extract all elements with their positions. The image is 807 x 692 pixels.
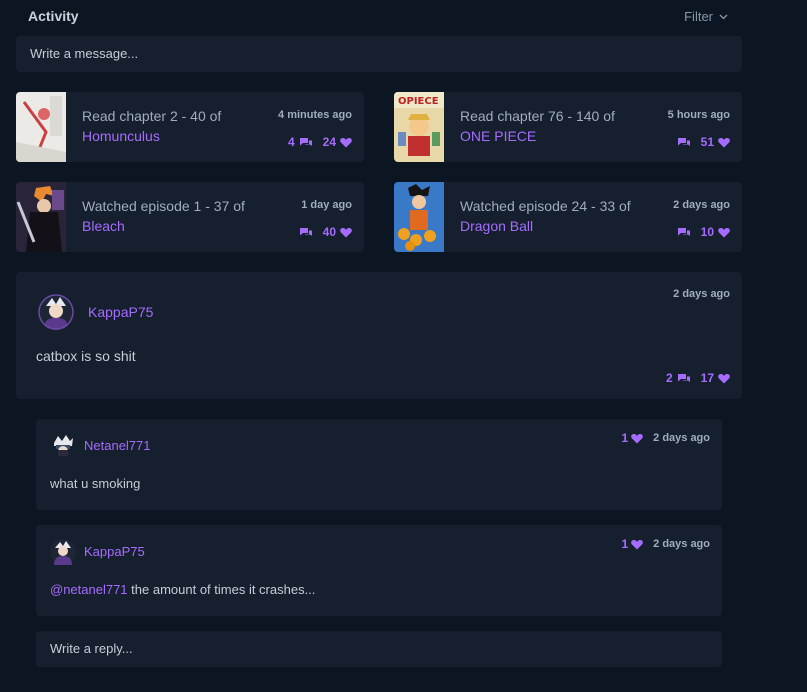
like-count: 24 — [322, 135, 336, 149]
comments-icon — [677, 137, 690, 146]
activity-card: Watched episode 1 - 37 of Bleach 1 day a… — [16, 182, 364, 252]
media-title-link[interactable]: Dragon Ball — [460, 218, 533, 234]
activity-action: Read chapter 76 - 140 of — [460, 108, 615, 124]
reply-time: 2 days ago — [653, 432, 710, 444]
reply-body: what u smoking — [50, 476, 140, 491]
like-button[interactable]: 1 — [621, 537, 643, 551]
reply-input-placeholder: Write a reply... — [50, 641, 133, 656]
comments-icon — [299, 227, 312, 236]
like-button[interactable]: 51 — [701, 135, 730, 149]
post-username[interactable]: KappaP75 — [88, 304, 153, 320]
heart-icon — [718, 137, 730, 147]
post-time: 2 days ago — [673, 288, 730, 300]
activity-card: OPIECE Read chapter 76 - 140 of ONE PIEC… — [394, 92, 742, 162]
replies-button[interactable]: 4 — [288, 135, 313, 149]
media-title-link[interactable]: Bleach — [82, 218, 125, 234]
like-count: 1 — [621, 431, 629, 445]
media-title-link[interactable]: ONE PIECE — [460, 128, 536, 144]
like-button[interactable]: 10 — [701, 225, 730, 239]
reply-text: what u smoking — [50, 476, 141, 491]
reply-count: 2 — [665, 371, 673, 385]
post-body: catbox is so shit — [36, 348, 136, 364]
heart-icon — [340, 227, 352, 237]
activity-action: Read chapter 2 - 40 of — [82, 108, 222, 124]
like-count: 17 — [700, 371, 714, 385]
dragon-ball-cover[interactable] — [394, 182, 444, 252]
reply-input[interactable]: Write a reply... — [36, 631, 722, 667]
heart-icon — [718, 373, 730, 383]
replies-button[interactable] — [677, 137, 691, 148]
comments-icon — [299, 137, 312, 146]
homunculus-cover[interactable] — [16, 92, 66, 162]
activity-time: 2 days ago — [673, 199, 730, 211]
avatar[interactable] — [38, 294, 74, 330]
replies-button[interactable] — [299, 227, 313, 238]
like-button[interactable]: 40 — [323, 225, 352, 239]
activity-header: Activity Filter — [28, 8, 728, 26]
replies-button[interactable] — [677, 227, 691, 238]
activity-card: Watched episode 24 - 33 of Dragon Ball 2… — [394, 182, 742, 252]
message-input-placeholder: Write a message... — [30, 46, 139, 61]
activity-time: 5 hours ago — [667, 109, 730, 121]
comments-icon — [677, 373, 690, 382]
message-input[interactable]: Write a message... — [16, 36, 742, 72]
text-post: KappaP75 2 days ago catbox is so shit 2 … — [16, 272, 742, 399]
reply-text: the amount of times it crashes... — [127, 582, 316, 597]
reply-time: 2 days ago — [653, 538, 710, 550]
reply-body: @netanel771 the amount of times it crash… — [50, 582, 315, 597]
reply-username[interactable]: KappaP75 — [84, 544, 145, 559]
svg-text:OPIECE: OPIECE — [398, 96, 439, 107]
reply-card: KappaP75 1 2 days ago @netanel771 the am… — [36, 525, 722, 616]
heart-icon — [631, 539, 643, 549]
like-count: 1 — [621, 537, 629, 551]
reply-count: 4 — [287, 135, 295, 149]
heart-icon — [631, 433, 643, 443]
activity-time: 4 minutes ago — [278, 109, 352, 121]
page-title: Activity — [28, 8, 79, 24]
activity-action: Watched episode 1 - 37 of — [82, 198, 245, 214]
like-button[interactable]: 17 — [701, 371, 730, 385]
activity-action: Watched episode 24 - 33 of — [460, 198, 631, 214]
bleach-cover[interactable] — [16, 182, 66, 252]
like-button[interactable]: 1 — [621, 431, 643, 445]
like-count: 10 — [700, 225, 714, 239]
activity-time: 1 day ago — [301, 199, 352, 211]
filter-label: Filter — [684, 9, 713, 24]
like-count: 40 — [322, 225, 336, 239]
replies-button[interactable]: 2 — [666, 371, 691, 385]
like-button[interactable]: 24 — [323, 135, 352, 149]
mention-link[interactable]: @netanel771 — [50, 582, 128, 597]
avatar[interactable] — [50, 539, 76, 565]
like-count: 51 — [700, 135, 714, 149]
comments-icon — [677, 227, 690, 236]
reply-card: Netanel771 1 2 days ago what u smoking — [36, 419, 722, 510]
heart-icon — [340, 137, 352, 147]
avatar[interactable] — [50, 433, 76, 459]
activity-card: Read chapter 2 - 40 of Homunculus 4 minu… — [16, 92, 364, 162]
filter-dropdown[interactable]: Filter — [684, 9, 728, 24]
heart-icon — [718, 227, 730, 237]
reply-username[interactable]: Netanel771 — [84, 438, 151, 453]
chevron-down-icon — [719, 14, 728, 19]
media-title-link[interactable]: Homunculus — [82, 128, 160, 144]
one-piece-cover[interactable]: OPIECE — [394, 92, 444, 162]
